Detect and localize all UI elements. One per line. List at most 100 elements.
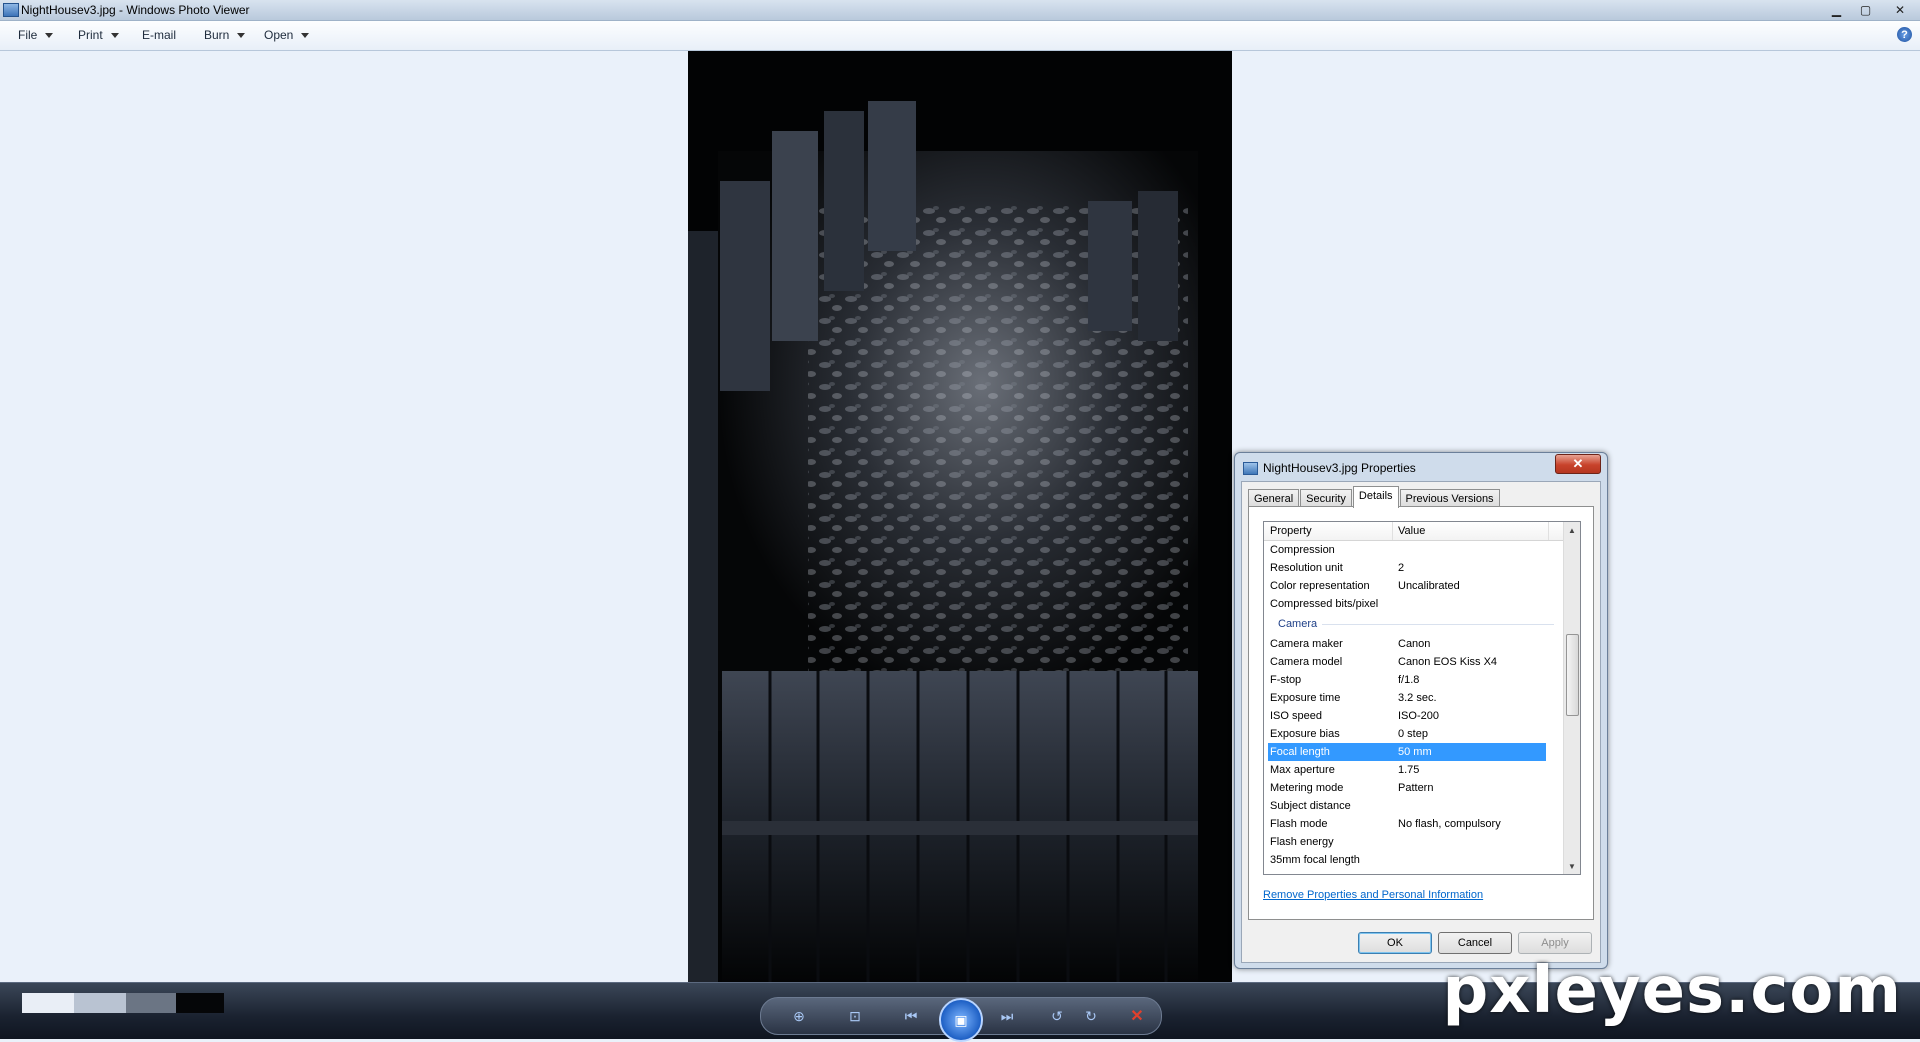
cancel-button[interactable]: Cancel [1438, 932, 1512, 954]
watermark: pxleyes.com [1442, 954, 1902, 1028]
menu-open[interactable]: Open [264, 28, 310, 42]
list-row[interactable]: Color representation Uncalibrated [1264, 577, 1564, 595]
list-header: Property Value [1264, 522, 1564, 541]
menu-file[interactable]: File [18, 28, 54, 42]
menu-burn-label: Burn [204, 28, 230, 42]
list-row[interactable]: Subject distance [1264, 797, 1564, 815]
list-row[interactable]: 35mm focal length [1264, 851, 1564, 869]
property-name: Focal length [1270, 746, 1330, 758]
photo-viewer-app-icon [3, 3, 19, 17]
list-row[interactable]: Exposure bias 0 step [1264, 725, 1564, 743]
list-row[interactable]: Compression [1264, 541, 1564, 559]
list-row[interactable]: Camera maker Canon [1264, 635, 1564, 653]
list-row[interactable]: F-stop f/1.8 [1264, 671, 1564, 689]
window-title: NightHousev3.jpg - Windows Photo Viewer [21, 3, 250, 17]
thumbnail [176, 993, 224, 1013]
property-name: Resolution unit [1270, 562, 1343, 574]
tab-security[interactable]: Security [1300, 489, 1352, 507]
property-value: Canon [1398, 638, 1431, 650]
dialog-titlebar[interactable]: NightHousev3.jpg Properties ✕ [1235, 453, 1607, 481]
help-icon[interactable]: ? [1897, 27, 1912, 42]
properties-dialog: NightHousev3.jpg Properties ✕ General Se… [1234, 452, 1608, 969]
dropdown-caret-icon [110, 32, 119, 38]
property-name: Max aperture [1270, 764, 1335, 776]
property-name: ISO speed [1270, 710, 1322, 722]
close-button[interactable]: ✕ [1880, 0, 1920, 20]
list-scrollbar[interactable]: ▲ ▼ [1563, 522, 1580, 874]
dialog-body: General Security Details Previous Versio… [1241, 481, 1601, 963]
list-row[interactable]: Flash mode No flash, compulsory [1264, 815, 1564, 833]
property-value: No flash, compulsory [1398, 818, 1501, 830]
group-header-camera: Camera [1264, 613, 1564, 635]
list-row[interactable]: Exposure time 3.2 sec. [1264, 689, 1564, 707]
menu-print-label: Print [78, 28, 103, 42]
list-row[interactable]: Camera model Canon EOS Kiss X4 [1264, 653, 1564, 671]
ok-button[interactable]: OK [1358, 932, 1432, 954]
column-divider[interactable] [1392, 522, 1393, 540]
property-name: F-stop [1270, 674, 1302, 686]
property-value: 1.75 [1398, 764, 1420, 776]
property-name: Compression [1270, 544, 1335, 556]
window-controls: ▁ ▢ ✕ [1822, 0, 1920, 20]
property-value: Pattern [1398, 782, 1434, 794]
property-value: Canon EOS Kiss X4 [1398, 656, 1498, 668]
group-label: Camera [1278, 618, 1318, 630]
tab-general[interactable]: General [1248, 489, 1300, 507]
menu-print[interactable]: Print [78, 28, 119, 42]
dropdown-caret-icon [237, 32, 246, 38]
delete-icon[interactable]: ✕ [1124, 1006, 1150, 1026]
list-row[interactable]: Compressed bits/pixel [1264, 595, 1564, 613]
column-divider[interactable] [1548, 522, 1549, 540]
property-value: 0 step [1398, 728, 1428, 740]
scrollbar-thumb[interactable] [1566, 634, 1579, 716]
menu-burn[interactable]: Burn [204, 28, 246, 42]
taskbar-thumbnails [22, 993, 224, 1013]
list-row[interactable]: Metering mode Pattern [1264, 779, 1564, 797]
dropdown-caret-icon [301, 32, 310, 38]
property-name: Exposure time [1270, 692, 1341, 704]
list-row[interactable]: Flash energy [1264, 833, 1564, 851]
apply-button[interactable]: Apply [1518, 932, 1592, 954]
list-row-selected[interactable]: Focal length 50 mm [1264, 743, 1564, 761]
next-icon[interactable]: ⏭ [994, 1006, 1020, 1026]
menu-email[interactable]: E-mail [142, 28, 176, 42]
remove-properties-link[interactable]: Remove Properties and Personal Informati… [1263, 889, 1483, 901]
menu-bar: File Print E-mail Burn Open ? [0, 21, 1920, 51]
scroll-down-arrow-icon[interactable]: ▼ [1564, 858, 1580, 874]
property-name: Color representation [1270, 580, 1370, 592]
slideshow-icon[interactable]: ▣ [939, 998, 983, 1042]
window-titlebar: NightHousev3.jpg - Windows Photo Viewer … [0, 0, 1920, 21]
dropdown-caret-icon [45, 32, 54, 38]
property-value: ISO-200 [1398, 710, 1439, 722]
list-row[interactable]: Max aperture 1.75 [1264, 761, 1564, 779]
list-row[interactable]: Resolution unit 2 [1264, 559, 1564, 577]
rotate-clockwise-icon[interactable]: ↻ [1078, 1006, 1104, 1026]
list-row[interactable]: ISO speed ISO-200 [1264, 707, 1564, 725]
actual-size-icon[interactable]: ⊡ [842, 1006, 868, 1026]
thumbnail [126, 993, 176, 1013]
property-value: f/1.8 [1398, 674, 1420, 686]
column-header-property[interactable]: Property [1270, 525, 1312, 537]
thumbnail [74, 993, 126, 1013]
maximize-button[interactable]: ▢ [1851, 0, 1880, 20]
minimize-button[interactable]: ▁ [1822, 0, 1851, 20]
scroll-up-arrow-icon[interactable]: ▲ [1564, 522, 1580, 538]
tab-previous-versions[interactable]: Previous Versions [1399, 489, 1500, 507]
group-divider [1322, 624, 1554, 625]
dialog-tabs: General Security Details Previous Versio… [1248, 486, 1501, 508]
menu-file-label: File [18, 28, 38, 42]
list-rows: Compression Resolution unit 2 Color repre… [1264, 541, 1564, 869]
property-value: Uncalibrated [1398, 580, 1460, 592]
previous-icon[interactable]: ⏮ [898, 1006, 924, 1026]
zoom-icon[interactable]: ⊕ [786, 1006, 812, 1026]
dialog-close-button[interactable]: ✕ [1555, 454, 1601, 474]
photo-night-house [688, 51, 1232, 982]
property-name: Exposure bias [1270, 728, 1340, 740]
property-name: Camera maker [1270, 638, 1343, 650]
menu-open-label: Open [264, 28, 294, 42]
image-file-icon [1243, 462, 1258, 475]
rotate-counterclockwise-icon[interactable]: ↺ [1044, 1006, 1070, 1026]
property-value: 2 [1398, 562, 1405, 574]
tab-details[interactable]: Details [1352, 486, 1399, 508]
column-header-value[interactable]: Value [1398, 525, 1425, 537]
